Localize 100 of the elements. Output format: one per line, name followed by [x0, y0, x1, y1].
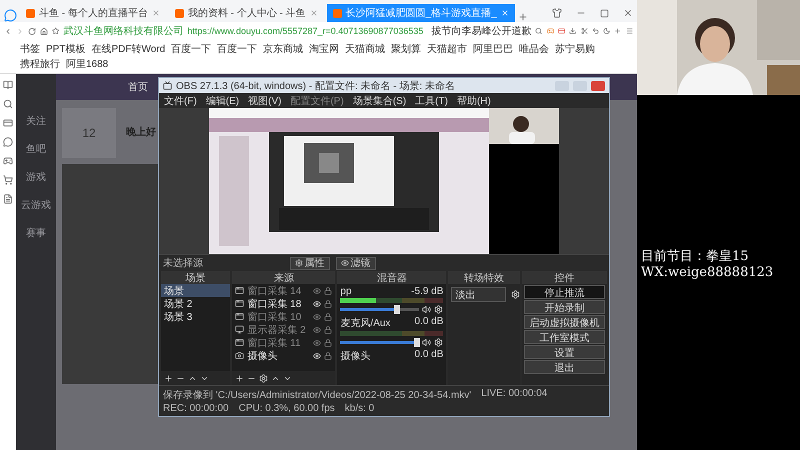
card-icon[interactable] — [558, 26, 566, 36]
bookmark-link[interactable]: 阿里1688 — [66, 57, 108, 71]
lock-icon[interactable] — [324, 300, 332, 308]
add-icon[interactable] — [164, 374, 173, 382]
menu-item[interactable]: 文件(F) — [164, 94, 197, 108]
control-button[interactable]: 启动虚拟摄像机 — [524, 315, 605, 329]
maximize-icon[interactable] — [600, 8, 609, 18]
search-field[interactable]: 拔节向李易峰公开道歉 — [431, 24, 532, 38]
gamepad-icon[interactable] — [3, 156, 13, 166]
add-icon[interactable] — [235, 374, 244, 382]
bookmark-link[interactable]: 百度一下 — [171, 42, 212, 56]
search-icon[interactable] — [3, 99, 13, 109]
menu-item[interactable]: 配置文件(P) — [290, 94, 344, 108]
control-button[interactable]: 退出 — [524, 360, 605, 374]
document-icon[interactable] — [3, 194, 13, 204]
bookmark-link[interactable]: 书签 — [20, 42, 40, 56]
slider-thumb[interactable] — [394, 305, 400, 314]
scene-item[interactable]: 场景 — [161, 284, 230, 297]
speaker-icon[interactable] — [422, 305, 432, 314]
source-item[interactable]: 摄像头 — [232, 349, 336, 362]
gamepad-icon[interactable] — [546, 26, 554, 36]
home-icon[interactable] — [40, 26, 48, 36]
control-button[interactable]: 开始录制 — [524, 300, 605, 314]
menu-item[interactable]: 视图(V) — [248, 94, 282, 108]
scissors-icon[interactable] — [580, 26, 588, 36]
plus-icon[interactable] — [614, 26, 622, 36]
eye-icon — [340, 259, 348, 267]
nav-label[interactable]: 鱼吧 — [26, 142, 46, 156]
menu-item[interactable]: 编辑(E) — [206, 94, 240, 108]
slider-thumb[interactable] — [414, 338, 420, 347]
control-button[interactable]: 设置 — [524, 345, 605, 359]
star-icon[interactable] — [52, 26, 60, 36]
lock-icon[interactable] — [324, 312, 332, 320]
nav-label[interactable]: 云游戏 — [21, 198, 51, 212]
bookmark-link[interactable]: 聚划算 — [391, 42, 422, 56]
menu-icon[interactable] — [626, 26, 634, 36]
undo-icon[interactable] — [592, 26, 600, 36]
menu-item[interactable]: 场景集合(S) — [352, 94, 406, 108]
close-icon[interactable] — [152, 9, 160, 17]
address-field[interactable]: https://www.douyu.com/5557287_r=0.40713690877036535 — [187, 26, 424, 36]
browser-tab[interactable]: 我的资料 - 个人中心 - 斗鱼 — [168, 4, 324, 22]
source-item[interactable]: 显示器采集 2 — [232, 323, 336, 336]
source-item[interactable]: 窗口采集 18 — [232, 297, 336, 310]
nav-label[interactable]: 关注 — [26, 114, 46, 128]
browser-tab[interactable]: 斗鱼 - 每个人的直播平台 — [20, 4, 166, 22]
source-item[interactable]: 窗口采集 14 — [232, 284, 336, 297]
stat-value: 12 — [82, 126, 96, 140]
lock-icon[interactable] — [324, 338, 332, 346]
close-icon[interactable] — [310, 9, 318, 17]
moon-icon[interactable] — [603, 26, 610, 36]
source-item[interactable]: 窗口采集 10 — [232, 310, 336, 323]
bookmark-link[interactable]: 携程旅行 — [20, 57, 60, 71]
bookmark-link[interactable]: 天猫超市 — [427, 42, 468, 56]
settings-icon[interactable] — [259, 374, 268, 382]
chat-icon[interactable] — [3, 137, 13, 147]
bookmark-link[interactable]: 苏宁易购 — [555, 42, 596, 56]
bookmark-link[interactable]: 天猫商城 — [345, 42, 386, 56]
home-link[interactable]: 首页 — [128, 80, 148, 94]
bookmark-link[interactable]: 淘宝网 — [309, 42, 340, 56]
search-icon[interactable] — [535, 26, 543, 36]
source-item[interactable]: 窗口采集 11 — [232, 336, 336, 349]
toolbar-button[interactable]: 滤镜 — [336, 256, 376, 270]
control-button[interactable]: 工作室模式 — [524, 330, 605, 344]
bookmark-link[interactable]: 唯品会 — [519, 42, 550, 56]
settings-icon[interactable] — [434, 338, 444, 347]
card-icon[interactable] — [3, 118, 13, 128]
download-icon[interactable] — [569, 26, 577, 36]
shirt-icon[interactable] — [552, 8, 562, 18]
lock-icon[interactable] — [324, 326, 332, 334]
close-button[interactable] — [591, 80, 605, 90]
volume-slider[interactable] — [340, 338, 420, 347]
scene-item[interactable]: 场景 2 — [161, 297, 230, 310]
book-icon[interactable] — [3, 80, 13, 90]
lock-icon[interactable] — [324, 352, 332, 360]
menu-item[interactable]: 帮助(H) — [456, 94, 491, 108]
close-icon[interactable] — [500, 9, 509, 17]
volume-slider[interactable] — [340, 305, 420, 314]
cart-icon[interactable] — [3, 175, 13, 185]
bookmark-link[interactable]: 阿里巴巴 — [473, 42, 514, 56]
settings-icon[interactable] — [434, 305, 444, 314]
new-tab-icon[interactable] — [518, 12, 528, 22]
dock-title: 控件 — [522, 271, 607, 284]
control-button[interactable]: 停止推流 — [524, 285, 605, 299]
scene-item[interactable]: 场景 3 — [161, 310, 230, 323]
bookmark-link[interactable]: 在线PDF转Word — [91, 42, 166, 56]
bookmark-link[interactable]: 京东商城 — [263, 42, 304, 56]
speaker-icon[interactable] — [422, 338, 432, 347]
toolbar-button[interactable]: 属性 — [290, 256, 330, 270]
transition-select[interactable]: 淡出 — [451, 287, 506, 302]
reload-icon[interactable] — [28, 26, 36, 36]
contact-caption: WX:weige88888123 — [640, 265, 774, 280]
nav-label[interactable]: 游戏 — [26, 170, 46, 184]
lock-icon[interactable] — [324, 286, 332, 294]
bookmark-link[interactable]: 百度一下 — [217, 42, 258, 56]
settings-icon[interactable] — [510, 290, 520, 299]
nav-label[interactable]: 赛事 — [26, 226, 46, 240]
menu-item[interactable]: 工具(T) — [415, 94, 448, 108]
bookmark-link[interactable]: PPT模板 — [46, 42, 86, 56]
close-icon[interactable] — [623, 8, 633, 18]
gear-icon — [294, 259, 302, 267]
